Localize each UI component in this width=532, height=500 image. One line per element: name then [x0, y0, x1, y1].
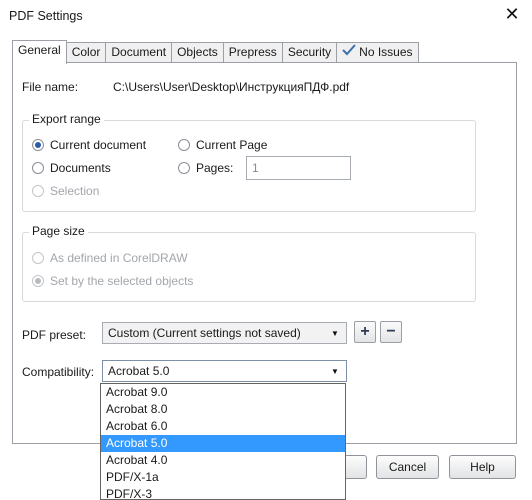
- dropdown-option-selected[interactable]: Acrobat 5.0: [101, 435, 345, 452]
- radio-label: As defined in CorelDRAW: [50, 251, 188, 265]
- compatibility-label: Compatibility:: [22, 365, 95, 379]
- tab-color[interactable]: Color: [65, 42, 107, 63]
- dropdown-option[interactable]: Acrobat 8.0: [101, 401, 345, 418]
- compatibility-value: Acrobat 5.0: [108, 364, 170, 378]
- tab-label: Color: [71, 45, 101, 59]
- radio-indicator: [32, 162, 44, 174]
- tab-document[interactable]: Document: [105, 42, 173, 63]
- radio-label: Documents: [50, 161, 111, 175]
- file-name-value: C:\Users\User\Desktop\ИнструкцияПДФ.pdf: [113, 80, 350, 94]
- cancel-button[interactable]: Cancel: [376, 455, 439, 479]
- chevron-down-icon: ▼: [331, 366, 339, 376]
- tab-label: Objects: [177, 45, 218, 59]
- dropdown-option[interactable]: PDF/X-1a: [101, 469, 345, 486]
- minus-icon: −: [386, 323, 396, 340]
- radio-label: Current document: [50, 138, 147, 152]
- tab-no-issues[interactable]: No Issues: [336, 42, 419, 63]
- radio-by-selected: Set by the selected objects: [32, 274, 193, 288]
- compatibility-select[interactable]: Acrobat 5.0 ▼: [102, 360, 347, 382]
- radio-as-defined: As defined in CorelDRAW: [32, 251, 188, 265]
- radio-selection: Selection: [32, 184, 99, 198]
- tab-security[interactable]: Security: [281, 42, 338, 63]
- remove-preset-button[interactable]: −: [380, 321, 402, 343]
- help-label: Help: [470, 460, 495, 474]
- file-name-label: File name:: [22, 80, 79, 94]
- tab-prepress[interactable]: Prepress: [222, 42, 283, 63]
- page-size-title: Page size: [29, 224, 88, 238]
- tab-general[interactable]: General: [12, 40, 67, 64]
- tab-label: Document: [111, 45, 167, 59]
- tab-label: Prepress: [228, 45, 277, 59]
- dropdown-option[interactable]: Acrobat 4.0: [101, 452, 345, 469]
- pdf-preset-value: Custom (Current settings not saved): [108, 326, 301, 340]
- radio-indicator: [178, 162, 190, 174]
- radio-current-document[interactable]: Current document: [32, 138, 146, 152]
- radio-label: Pages:: [196, 161, 234, 175]
- radio-documents[interactable]: Documents: [32, 161, 111, 175]
- tab-label: General: [18, 43, 61, 57]
- pages-input[interactable]: 1: [246, 156, 351, 180]
- radio-indicator: [32, 139, 44, 151]
- radio-indicator: [32, 275, 44, 287]
- add-preset-button[interactable]: +: [354, 321, 376, 343]
- dropdown-option[interactable]: Acrobat 9.0: [101, 384, 345, 401]
- chevron-down-icon: ▼: [331, 328, 339, 338]
- radio-pages[interactable]: Pages:: [178, 161, 233, 175]
- compatibility-dropdown-list: Acrobat 9.0 Acrobat 8.0 Acrobat 6.0 Acro…: [100, 383, 346, 500]
- radio-label: Set by the selected objects: [50, 274, 194, 288]
- pdf-preset-label: PDF preset:: [22, 328, 87, 342]
- radio-indicator: [178, 139, 190, 151]
- title-bar: PDF Settings ✕: [0, 0, 532, 32]
- pdf-preset-select[interactable]: Custom (Current settings not saved) ▼: [102, 322, 347, 344]
- tab-label: No Issues: [359, 45, 413, 59]
- radio-label: Selection: [50, 184, 100, 198]
- tab-bar: General Color Document Objects Prepress …: [12, 40, 419, 64]
- tab-objects[interactable]: Objects: [171, 42, 224, 63]
- export-range-group: Export range Current document Documents …: [22, 112, 476, 212]
- cancel-label: Cancel: [388, 460, 427, 474]
- radio-indicator: [32, 252, 44, 264]
- tab-label: Security: [287, 45, 332, 59]
- checklist-icon: [342, 44, 356, 63]
- window-title: PDF Settings: [9, 9, 83, 23]
- dropdown-option[interactable]: Acrobat 6.0: [101, 418, 345, 435]
- radio-indicator: [32, 185, 44, 197]
- dropdown-option[interactable]: PDF/X-3: [101, 486, 345, 499]
- radio-current-page[interactable]: Current Page: [178, 138, 267, 152]
- plus-icon: +: [360, 323, 370, 340]
- page-size-group: Page size As defined in CorelDRAW Set by…: [22, 224, 476, 302]
- export-range-title: Export range: [29, 112, 104, 126]
- close-icon: ✕: [504, 4, 520, 24]
- radio-label: Current Page: [196, 138, 268, 152]
- close-button[interactable]: ✕: [500, 3, 524, 25]
- help-button[interactable]: Help: [449, 455, 516, 479]
